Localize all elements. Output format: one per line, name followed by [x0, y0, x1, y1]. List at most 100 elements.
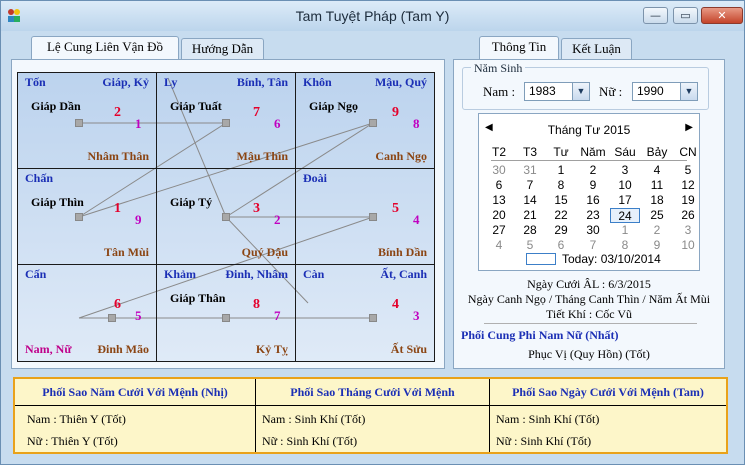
palace-cell-chan[interactable]: Chấn Giáp Thìn 1 9 Tân Mùi: [18, 169, 157, 265]
calendar-day[interactable]: 7: [515, 178, 545, 192]
today-link[interactable]: Today: 03/10/2014: [562, 252, 661, 266]
calendar-day[interactable]: 30: [578, 223, 608, 237]
calendar-day[interactable]: 1: [546, 163, 576, 177]
calendar-day[interactable]: 22: [546, 208, 576, 222]
calendar-day[interactable]: 9: [642, 238, 672, 252]
palace-cell-center[interactable]: Giáp Tý 3 2 Quý Dậu: [157, 169, 296, 265]
calendar-weekday: Sáu: [614, 145, 636, 159]
palace-can: Bính, Tân: [236, 75, 288, 89]
calendar-day[interactable]: 21: [515, 208, 545, 222]
palace-cell-can2[interactable]: Càn Ất, Canh 4 3 Ất Sửu: [296, 265, 434, 361]
palace-marker: [369, 314, 377, 322]
calendar-day[interactable]: 10: [673, 238, 703, 252]
summary-day-nu: Nữ : Sinh Khí (Tốt): [496, 434, 592, 448]
palace-can: Giáp, Kỷ: [102, 75, 149, 89]
calendar-day[interactable]: 5: [673, 163, 703, 177]
calendar[interactable]: ◀ Tháng Tư 2015 ▶ T2 T3 Tư Năm Sáu Bảy CN 30 31…: [478, 113, 700, 271]
calendar-day[interactable]: 19: [673, 193, 703, 207]
calendar-day[interactable]: 26: [673, 208, 703, 222]
palace-cell-ton[interactable]: Tốn Giáp, Kỷ Giáp Dần 2 1 Nhâm Thân: [18, 73, 157, 169]
maximize-button[interactable]: ▭: [673, 7, 698, 24]
palace-bottom: Bính Dần: [377, 245, 427, 259]
calendar-day[interactable]: 14: [515, 193, 545, 207]
calendar-day[interactable]: 5: [515, 238, 545, 252]
calendar-day[interactable]: 15: [546, 193, 576, 207]
calendar-weekday: T2: [491, 145, 506, 159]
palace-name: Cấn: [25, 267, 47, 281]
calendar-day[interactable]: 29: [546, 223, 576, 237]
palace-bottom: Ất Sửu: [390, 342, 427, 356]
calendar-day[interactable]: 8: [546, 178, 576, 192]
calendar-weekday: T3: [522, 145, 537, 159]
main-window: Tam Tuyệt Pháp (Tam Y) — ▭ ✕ Lệ Cung Liê…: [0, 0, 745, 465]
calendar-day[interactable]: 8: [610, 238, 640, 252]
calendar-day[interactable]: 9: [578, 178, 608, 192]
palace-marker: [222, 213, 230, 221]
tab-thong-tin[interactable]: Thông Tin: [479, 36, 559, 60]
calendar-day[interactable]: 27: [484, 223, 514, 237]
title-bar[interactable]: Tam Tuyệt Pháp (Tam Y) — ▭ ✕: [1, 1, 744, 31]
calendar-day[interactable]: 1: [610, 223, 640, 237]
palace-marker: [75, 213, 83, 221]
calendar-day[interactable]: 25: [642, 208, 672, 222]
summary-month-nam: Nam : Sinh Khí (Tốt): [262, 412, 366, 426]
calendar-day[interactable]: 18: [642, 193, 672, 207]
calendar-day[interactable]: 2: [642, 223, 672, 237]
palace-number-purple: 8: [413, 116, 420, 131]
palace-cell-khon[interactable]: Khôn Mậu, Quý Giáp Ngọ 9 8 Canh Ngọ: [296, 73, 434, 169]
summary-year: Phối Sao Năm Cưới Với Mệnh (Nhị) Nam : T…: [15, 379, 256, 452]
calendar-day[interactable]: 6: [484, 178, 514, 192]
calendar-day[interactable]: 2: [578, 163, 608, 177]
calendar-day[interactable]: 10: [610, 178, 640, 192]
calendar-day[interactable]: 4: [642, 163, 672, 177]
info-divider: [484, 323, 697, 324]
palace-marker: [369, 213, 377, 221]
calendar-weekday: CN: [679, 145, 697, 159]
calendar-day[interactable]: 7: [578, 238, 608, 252]
calendar-day[interactable]: 4: [484, 238, 514, 252]
calendar-day[interactable]: 23: [578, 208, 608, 222]
dropdown-arrow-icon[interactable]: ▼: [680, 83, 697, 100]
calendar-day[interactable]: 31: [515, 163, 545, 177]
palace-grid: Tốn Giáp, Kỷ Giáp Dần 2 1 Nhâm Thân Ly B…: [17, 72, 435, 362]
palace-bottom: Đinh Mão: [97, 342, 149, 356]
nu-year-select[interactable]: 1990 ▼: [632, 82, 698, 101]
calendar-next-icon[interactable]: ▶: [685, 122, 693, 133]
calendar-day[interactable]: 28: [515, 223, 545, 237]
summary-divider: [490, 405, 726, 406]
palace-cell-doai[interactable]: Đoài 5 4 Bính Dần: [296, 169, 434, 265]
calendar-day[interactable]: 16: [578, 193, 608, 207]
calendar-day[interactable]: 6: [546, 238, 576, 252]
calendar-day[interactable]: 13: [484, 193, 514, 207]
palace-number-red: 7: [253, 105, 260, 120]
tab-ket-luan[interactable]: Kết Luận: [561, 38, 632, 60]
dropdown-arrow-icon[interactable]: ▼: [572, 83, 589, 100]
palace-number-purple: 4: [413, 212, 420, 227]
tab-huong-dan[interactable]: Hướng Dẫn: [181, 38, 264, 60]
palace-cell-ly[interactable]: Ly Bính, Tân Giáp Tuất 7 6 Mậu Thìn: [157, 73, 296, 169]
calendar-day[interactable]: 11: [642, 178, 672, 192]
palace-number-red: 5: [392, 201, 399, 216]
palace-cell-can[interactable]: Cấn 6 5 Đinh Mão Nam, Nữ: [18, 265, 157, 361]
palace-bottom: Mậu Thìn: [236, 149, 288, 163]
palace-name: Càn: [303, 267, 325, 281]
palace-marker: [75, 119, 83, 127]
palace-number-purple: 7: [274, 308, 281, 323]
calendar-day[interactable]: 17: [610, 193, 640, 207]
nu-year-value: 1990: [637, 84, 664, 98]
calendar-day[interactable]: 24: [610, 208, 640, 223]
close-button[interactable]: ✕: [701, 7, 743, 24]
nam-year-select[interactable]: 1983 ▼: [524, 82, 590, 101]
calendar-day[interactable]: 20: [484, 208, 514, 222]
calendar-day[interactable]: 3: [673, 223, 703, 237]
summary-year-nu: Nữ : Thiên Y (Tốt): [27, 434, 118, 448]
tab-le-cung[interactable]: Lệ Cung Liên Vận Đồ: [31, 36, 179, 60]
palace-cell-kham[interactable]: Khảm Đinh, Nhâm Giáp Thân 8 7 Kỷ Tỵ: [157, 265, 296, 361]
calendar-day[interactable]: 12: [673, 178, 703, 192]
nam-year-value: 1983: [529, 84, 556, 98]
calendar-day[interactable]: 3: [610, 163, 640, 177]
calendar-day[interactable]: 30: [484, 163, 514, 177]
minimize-button[interactable]: —: [643, 7, 668, 24]
calendar-month-header[interactable]: Tháng Tư 2015: [479, 123, 699, 137]
summary-divider: [15, 405, 255, 406]
